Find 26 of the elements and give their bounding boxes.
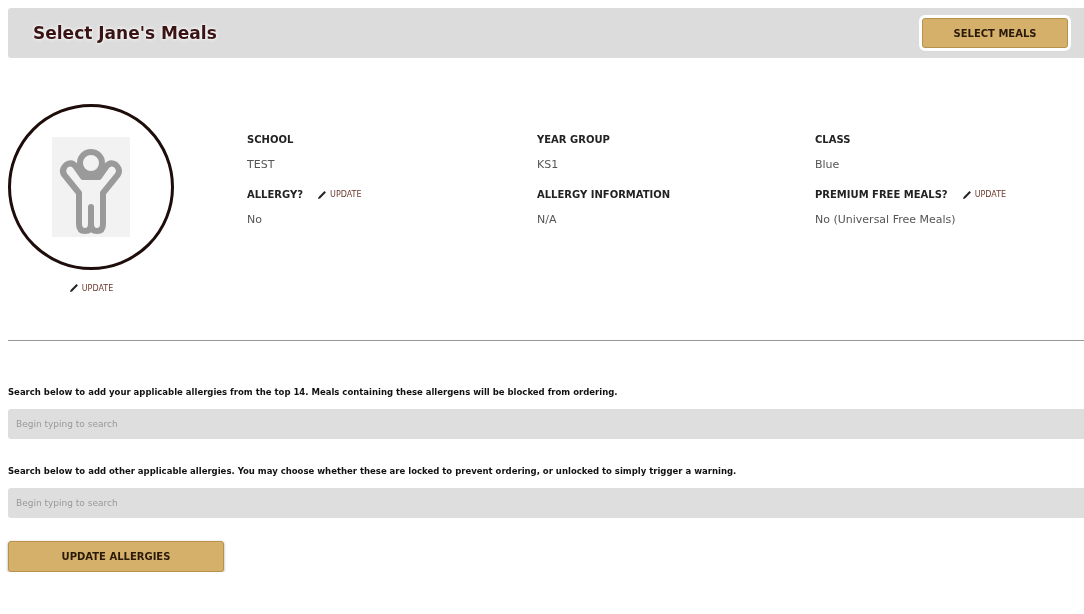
- update-allergies-button[interactable]: UPDATE ALLERGIES: [8, 541, 224, 572]
- field-value: KS1: [537, 158, 560, 171]
- field-value: Blue: [815, 158, 841, 171]
- update-link[interactable]: UPDATE: [68, 283, 114, 293]
- field-value: No: [247, 213, 263, 226]
- update-link[interactable]: UPDATE: [317, 189, 362, 200]
- child-avatar-icon: [52, 137, 130, 237]
- pencil-icon: [961, 189, 972, 200]
- select-meals-button[interactable]: SELECT MEALS: [922, 18, 1068, 48]
- page-title: Select Jane's Meals: [33, 23, 217, 43]
- pencil-icon: [317, 189, 328, 200]
- field-value: TEST: [247, 158, 276, 171]
- instruction-text: Search below to add other applicable allergies. You may choose whether these are locked to prevent ordering, or unlocked to simply trigger a warning.: [8, 466, 738, 476]
- field-value: No (Universal Free Meals): [815, 213, 957, 226]
- field-label: SCHOOL: [247, 134, 294, 145]
- field-label: PREMIUM FREE MEALS?: [815, 189, 948, 200]
- instruction-text: Search below to add your applicable allergies from the top 14. Meals containing these allergens will be blocked from ordering.: [8, 387, 619, 397]
- field-label: ALLERGY?: [247, 189, 304, 200]
- search-field[interactable]: Begin typing to search: [8, 488, 1084, 518]
- field-value: N/A: [537, 213, 558, 226]
- field-label: ALLERGY INFORMATION: [537, 189, 671, 200]
- field-label: CLASS: [815, 134, 851, 145]
- field-label: YEAR GROUP: [537, 134, 610, 145]
- search-field[interactable]: Begin typing to search: [8, 409, 1084, 439]
- update-link[interactable]: UPDATE: [961, 189, 1007, 200]
- pencil-icon: [68, 283, 79, 293]
